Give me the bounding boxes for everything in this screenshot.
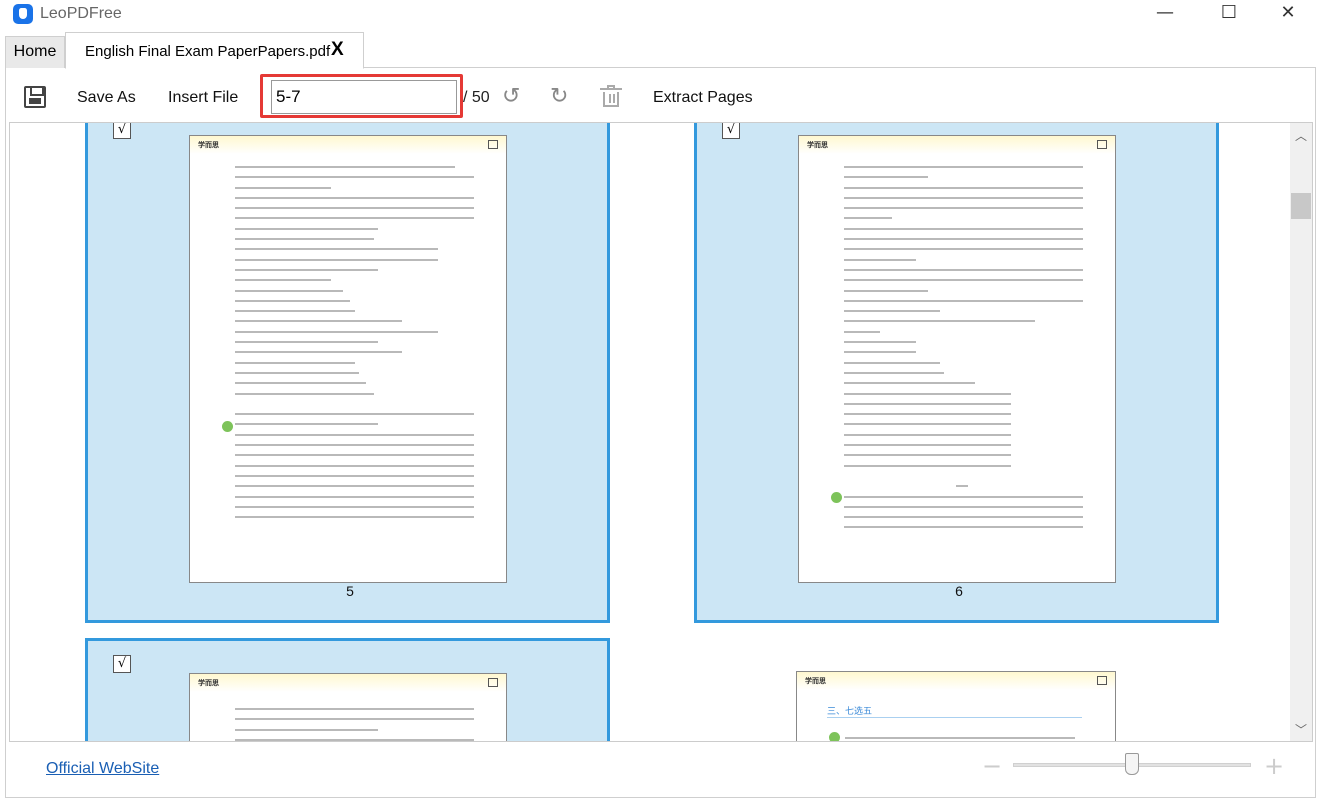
vertical-scrollbar[interactable]: ︿ ﹀ (1290, 123, 1312, 741)
page-badge-icon (488, 140, 498, 149)
extract-pages-button[interactable]: Extract Pages (653, 89, 753, 107)
page-thumbnail-viewer[interactable]: √ 学而思 5 √ 学而思 6 √ 学而思 学而思 三、七选五 ︿ ﹀ (9, 122, 1313, 742)
tab-close-button[interactable]: X (331, 39, 344, 61)
zoom-out-icon[interactable]: − (982, 752, 1002, 780)
page-range-input[interactable] (271, 80, 457, 114)
page-card-5[interactable]: √ 学而思 5 (85, 123, 610, 623)
page-checkbox-5[interactable]: √ (113, 123, 131, 139)
page-badge-icon (1097, 140, 1107, 149)
page-thumbnail-5[interactable]: 学而思 (189, 135, 507, 583)
page-checkbox-6[interactable]: √ (722, 123, 740, 139)
official-website-link[interactable]: Official WebSite (46, 760, 159, 778)
trash-icon[interactable] (600, 85, 622, 108)
app-title: LeoPDFree (40, 5, 122, 22)
page-card-7[interactable]: √ 学而思 (85, 638, 610, 741)
zoom-in-icon[interactable]: + (1264, 752, 1284, 780)
page-total: / 50 (463, 89, 490, 106)
scrollbar-thumb[interactable] (1291, 193, 1311, 219)
close-window-button[interactable]: ✕ (1265, 2, 1311, 26)
page-number-6: 6 (955, 583, 963, 599)
tab-document[interactable]: English Final Exam PaperPapers.pdf X (65, 32, 364, 69)
page-number-5: 5 (346, 583, 354, 599)
tab-home[interactable]: Home (5, 36, 65, 68)
page-badge-icon (1097, 676, 1107, 685)
page-brand-8: 学而思 (805, 678, 826, 685)
section-title: 三、七选五 (827, 706, 873, 716)
page-text-lines (235, 708, 474, 741)
insert-file-button[interactable]: Insert File (168, 89, 238, 107)
save-icon[interactable] (24, 86, 46, 108)
page-badge-icon (488, 678, 498, 687)
page-card-8[interactable]: 学而思 三、七选五 (796, 671, 1116, 741)
app-logo-icon (13, 4, 33, 24)
tab-strip: Home English Final Exam PaperPapers.pdf … (5, 32, 1316, 69)
page-text-lines (235, 166, 474, 526)
save-as-button[interactable]: Save As (77, 89, 136, 107)
question-number-dot (222, 421, 233, 432)
scroll-down-icon[interactable]: ﹀ (1290, 721, 1312, 739)
tab-document-label: English Final Exam PaperPapers.pdf (85, 43, 331, 60)
maximize-button[interactable]: ☐ (1206, 2, 1252, 26)
question-number-dot (831, 492, 842, 503)
page-checkbox-7[interactable]: √ (113, 655, 131, 673)
page-card-6[interactable]: √ 学而思 6 (694, 123, 1219, 623)
section-rule (827, 717, 1082, 718)
page-brand-5: 学而思 (198, 142, 219, 149)
page-thumbnail-7[interactable]: 学而思 (189, 673, 507, 741)
rotate-right-icon[interactable]: ↻ (550, 86, 572, 108)
page-brand-6: 学而思 (807, 142, 828, 149)
question-number-dot (829, 732, 840, 741)
toolbar: Save As Insert File / 50 ↺ ↻ Extract Pag… (6, 70, 1314, 122)
page-brand-7: 学而思 (198, 680, 219, 687)
rotate-left-icon[interactable]: ↺ (502, 86, 524, 108)
zoom-slider-thumb[interactable] (1125, 753, 1139, 775)
title-bar: LeoPDFree — ☐ ✕ (0, 0, 1321, 28)
page-text-lines (844, 166, 1083, 537)
scroll-up-icon[interactable]: ︿ (1290, 127, 1312, 145)
page-thumbnail-6[interactable]: 学而思 (798, 135, 1116, 583)
page-range-highlight (260, 74, 463, 118)
minimize-button[interactable]: — (1142, 2, 1188, 26)
page-thumbnail-8[interactable]: 学而思 三、七选五 (796, 671, 1116, 741)
